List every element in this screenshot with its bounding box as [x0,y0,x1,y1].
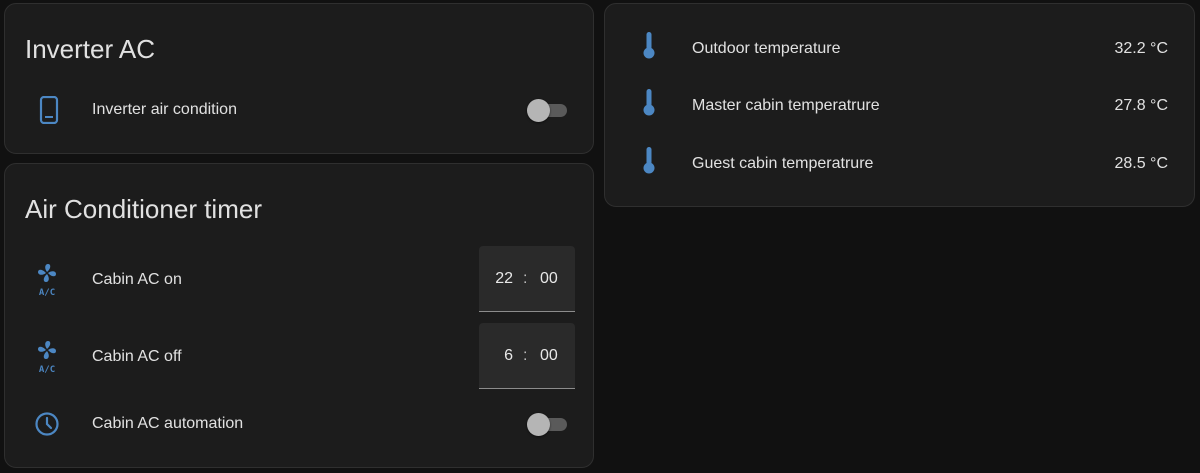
cabin-ac-off-time-input[interactable]: 6 : 00 [479,323,575,389]
clock-icon [33,408,61,440]
air-conditioner-icon: A/C [33,341,61,374]
toggle-thumb [527,413,550,436]
card-title: Inverter AC [25,34,156,64]
row-label: Cabin AC on [92,271,182,288]
sensor-value: 28.5 °C [1114,155,1168,172]
svg-text:A/C: A/C [39,365,55,374]
sensor-row-guest-cabin[interactable]: Guest cabin temperatrure 28.5 °C [605,144,1194,184]
temperature-sensors-card: Outdoor temperature 32.2 °C Master cabin… [604,3,1195,207]
thermometer-icon [635,29,663,61]
thermometer-icon [635,144,663,176]
air-conditioner-icon: A/C [33,264,61,297]
sensor-row-master-cabin[interactable]: Master cabin temperatrure 27.8 °C [605,86,1194,126]
inverter-air-condition-toggle[interactable] [527,98,569,122]
sensor-label: Master cabin temperatrure [692,97,880,114]
row-label: Cabin AC off [92,348,182,365]
row-label: Inverter air condition [92,101,237,118]
time-separator: : [523,347,528,364]
inverter-ac-card: Inverter AC Inverter air condition [4,3,594,154]
card-title: Air Conditioner timer [25,194,262,224]
minute-field[interactable]: 00 [540,270,558,288]
sensor-row-outdoor[interactable]: Outdoor temperature 32.2 °C [605,29,1194,69]
time-separator: : [523,270,528,287]
svg-text:A/C: A/C [39,288,55,297]
row-label: Cabin AC automation [92,415,244,432]
cabin-ac-on-time-input[interactable]: 22 : 00 [479,246,575,312]
sensor-label: Outdoor temperature [692,40,841,57]
cabin-ac-automation-row[interactable]: Cabin AC automation [5,404,593,444]
cabin-ac-automation-toggle[interactable] [527,412,569,436]
ac-timer-card: Air Conditioner timer A/C Cabin AC on 22… [4,163,594,468]
hour-field[interactable]: 6 [504,347,513,365]
minute-field[interactable]: 00 [540,347,558,365]
sensor-value: 32.2 °C [1114,40,1168,57]
tablet-icon [35,94,63,126]
toggle-thumb [527,99,550,122]
sensor-value: 27.8 °C [1114,97,1168,114]
inverter-air-condition-row[interactable]: Inverter air condition [5,90,593,130]
hour-field[interactable]: 22 [495,270,513,288]
thermometer-icon [635,86,663,118]
sensor-label: Guest cabin temperatrure [692,155,874,172]
